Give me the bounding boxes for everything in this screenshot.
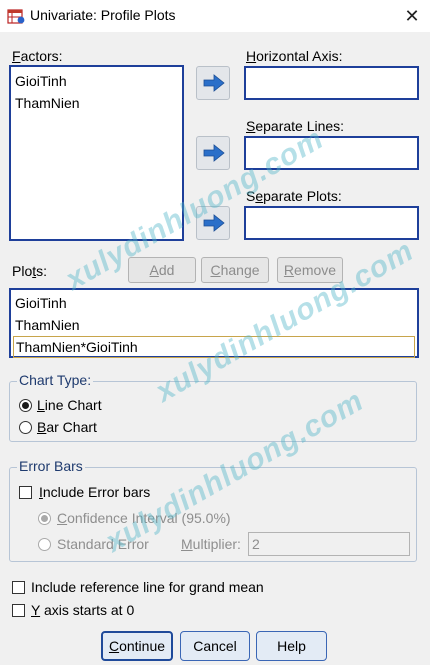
add-button[interactable]: Add [128, 257, 196, 283]
horizontal-axis-field[interactable] [244, 66, 419, 100]
factors-list[interactable]: GioiTinh ThamNien [9, 65, 184, 241]
change-button[interactable]: Change [201, 257, 269, 283]
plots-list[interactable]: GioiTinh ThamNien ThamNien*GioiTinh [9, 288, 419, 358]
standard-error-label[interactable]: Standard Error [57, 536, 149, 552]
bar-chart-label[interactable]: Bar Chart [37, 419, 97, 435]
grand-mean-label[interactable]: Include reference line for grand mean [31, 579, 264, 595]
y-axis-zero-label[interactable]: Y axis starts at 0 [31, 602, 134, 618]
arrow-right-icon [203, 74, 225, 92]
move-to-horizontal-axis-button[interactable] [196, 66, 230, 100]
line-chart-label[interactable]: Line Chart [37, 397, 102, 413]
help-button[interactable]: Help [256, 631, 327, 661]
continue-button[interactable]: Continue [101, 631, 173, 661]
list-item[interactable]: ThamNien [11, 314, 417, 336]
plots-label: Plots: [12, 263, 48, 279]
separate-plots-label: Separate Plots: [246, 188, 342, 204]
move-to-separate-lines-button[interactable] [196, 136, 230, 170]
bar-chart-radio[interactable] [19, 421, 32, 434]
window-title: Univariate: Profile Plots [30, 7, 176, 23]
multiplier-input[interactable]: 2 [248, 532, 410, 556]
line-chart-radio[interactable] [19, 399, 32, 412]
list-item[interactable]: GioiTinh [11, 70, 182, 92]
arrow-right-icon [203, 144, 225, 162]
grand-mean-checkbox[interactable] [12, 581, 25, 594]
title-bar: Univariate: Profile Plots ✕ [0, 0, 430, 32]
confidence-interval-radio[interactable] [38, 512, 51, 525]
move-to-separate-plots-button[interactable] [196, 206, 230, 240]
include-error-bars-checkbox[interactable] [19, 486, 32, 499]
list-item[interactable]: GioiTinh [11, 292, 417, 314]
multiplier-label: Multiplier: [181, 536, 241, 552]
standard-error-radio[interactable] [38, 538, 51, 551]
list-item-selected[interactable]: ThamNien*GioiTinh [13, 336, 415, 358]
arrow-right-icon [203, 214, 225, 232]
factors-label: Factors: [12, 48, 63, 64]
horizontal-axis-label: Horizontal Axis: [246, 48, 343, 64]
include-error-bars-label[interactable]: Include Error bars [39, 484, 150, 500]
cancel-button[interactable]: Cancel [180, 631, 250, 661]
error-bars-title: Error Bars [17, 458, 85, 474]
chart-type-title: Chart Type: [17, 372, 94, 388]
list-item[interactable]: ThamNien [11, 92, 182, 114]
separate-plots-field[interactable] [244, 206, 419, 240]
separate-lines-label: Separate Lines: [246, 118, 345, 134]
y-axis-zero-checkbox[interactable] [12, 604, 25, 617]
spss-app-icon [7, 7, 25, 25]
close-icon[interactable]: ✕ [398, 3, 426, 29]
separate-lines-field[interactable] [244, 136, 419, 170]
confidence-interval-label[interactable]: Confidence Interval (95.0%) [57, 510, 231, 526]
remove-button[interactable]: Remove [277, 257, 343, 283]
